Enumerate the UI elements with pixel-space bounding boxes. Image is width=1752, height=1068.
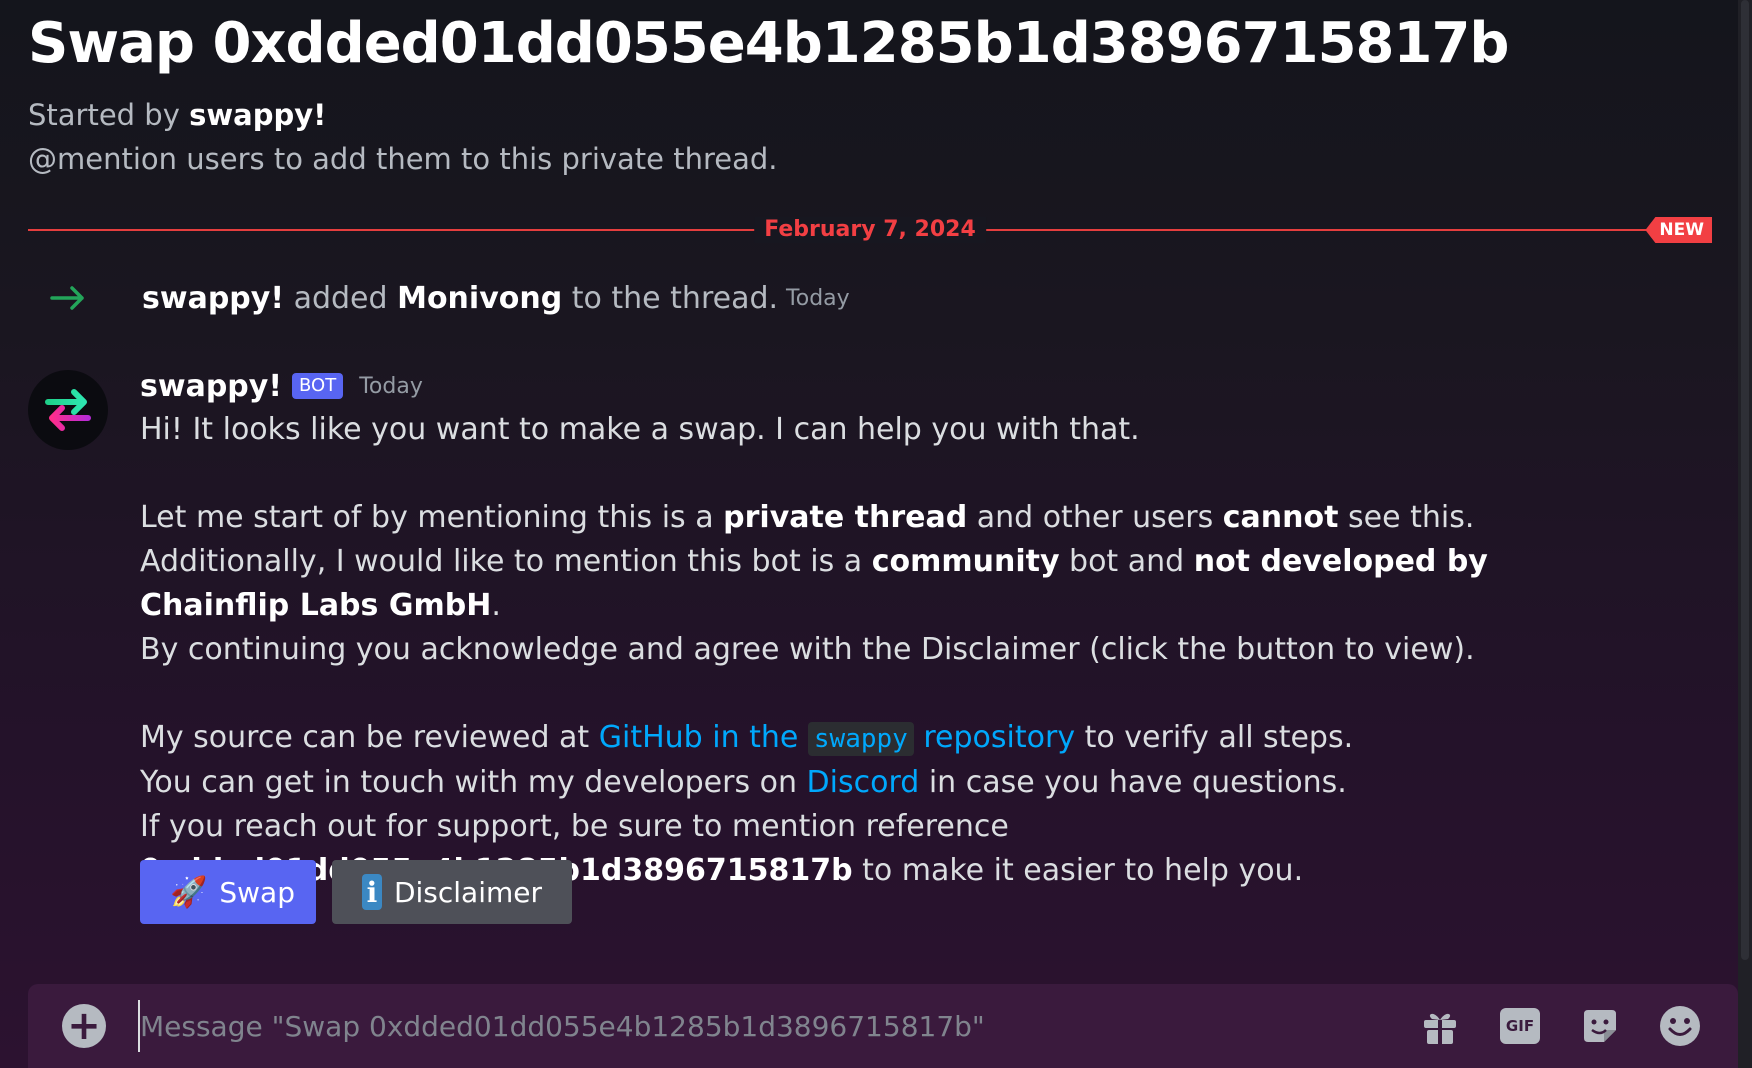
gift-icon[interactable] bbox=[1418, 1004, 1462, 1048]
message-line-contact: You can get in touch with my developers … bbox=[140, 765, 1347, 800]
gif-icon[interactable]: GIF bbox=[1498, 1004, 1542, 1048]
rocket-icon: 🚀 bbox=[170, 874, 208, 910]
info-icon: i bbox=[362, 874, 382, 910]
add-attachment-icon[interactable]: + bbox=[62, 1004, 106, 1048]
discord-link[interactable]: Discord bbox=[807, 765, 920, 800]
system-timestamp: Today bbox=[786, 285, 850, 311]
swap-button[interactable]: 🚀 Swap bbox=[140, 860, 316, 924]
message-header: swappy! BOT Today bbox=[140, 366, 423, 406]
message-composer: + GIF bbox=[28, 984, 1738, 1068]
message-author[interactable]: swappy! bbox=[140, 369, 282, 404]
mention-hint: @mention users to add them to this priva… bbox=[28, 142, 778, 176]
disclaimer-button-label: Disclaimer bbox=[393, 875, 542, 909]
thread-title: Swap 0xdded01dd055e4b1285b1d3896715817b bbox=[28, 11, 1510, 76]
message-line-private: Let me start of by mentioning this is a … bbox=[140, 500, 1475, 535]
thread-starter: Started by swappy! bbox=[28, 98, 326, 132]
divider-date: February 7, 2024 bbox=[754, 217, 986, 243]
swap-button-label: Swap bbox=[219, 875, 295, 909]
message-input[interactable] bbox=[138, 1000, 1322, 1052]
message-buttons: 🚀 Swap i Disclaimer bbox=[140, 860, 572, 924]
scrollbar-thumb[interactable] bbox=[1741, 0, 1749, 960]
system-actor[interactable]: swappy! bbox=[142, 281, 284, 316]
disclaimer-button[interactable]: i Disclaimer bbox=[332, 860, 572, 924]
emoji-icon[interactable] bbox=[1658, 1004, 1702, 1048]
join-arrow-icon bbox=[48, 278, 88, 318]
swap-arrows-icon bbox=[45, 389, 91, 431]
sticker-icon[interactable] bbox=[1578, 1004, 1622, 1048]
avatar[interactable] bbox=[28, 370, 108, 450]
scrollbar[interactable] bbox=[1738, 0, 1752, 1068]
message-line-community: Additionally, I would like to mention th… bbox=[140, 544, 1488, 623]
message-line-disclaimer: By continuing you acknowledge and agree … bbox=[140, 632, 1475, 667]
new-badge: NEW bbox=[1645, 217, 1712, 243]
message-timestamp: Today bbox=[359, 373, 423, 399]
started-prefix: Started by bbox=[28, 98, 180, 132]
new-messages-divider: February 7, 2024 NEW bbox=[28, 217, 1712, 243]
system-message: swappy! added Monivong to the thread. To… bbox=[48, 276, 850, 320]
system-verb: added bbox=[293, 280, 388, 316]
message-line-source: My source can be reviewed at GitHub in t… bbox=[140, 720, 1354, 756]
bot-tag: BOT bbox=[292, 373, 344, 399]
message-line-greeting: Hi! It looks like you want to make a swa… bbox=[140, 412, 1140, 447]
github-link[interactable]: GitHub in the swappy repository bbox=[599, 720, 1075, 756]
system-target[interactable]: Monivong bbox=[397, 281, 562, 316]
message-content: Hi! It looks like you want to make a swa… bbox=[140, 408, 1640, 893]
repo-code[interactable]: swappy bbox=[807, 722, 914, 756]
system-suffix: to the thread. bbox=[571, 280, 779, 316]
starter-name[interactable]: swappy! bbox=[189, 98, 326, 132]
